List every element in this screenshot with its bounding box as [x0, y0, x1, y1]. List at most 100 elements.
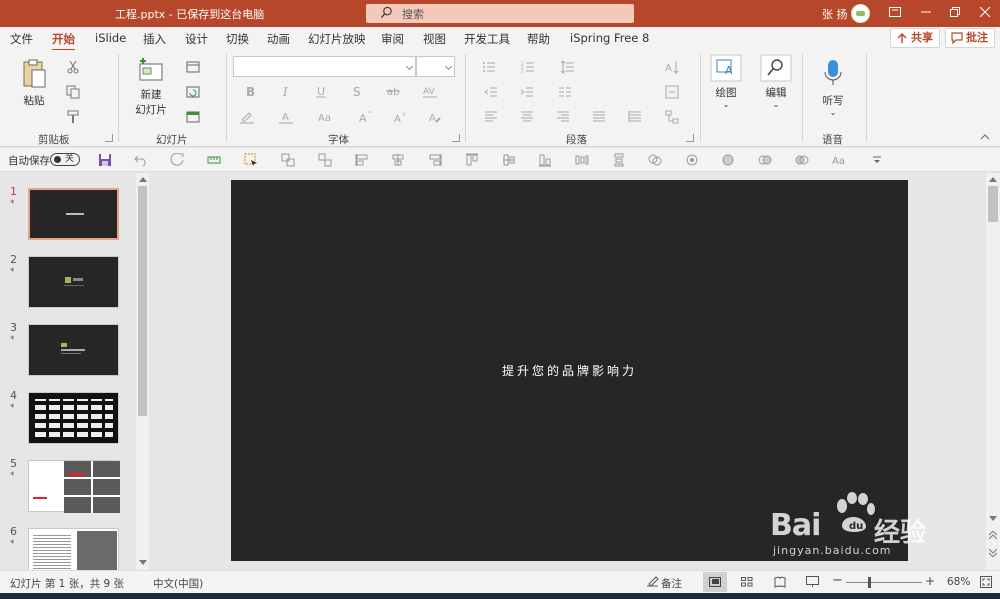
collapse-ribbon-icon[interactable] — [978, 130, 992, 144]
new-slide-button[interactable]: 新建 幻灯片 — [130, 58, 172, 117]
tab-slideshow[interactable]: 幻灯片放映 — [308, 31, 366, 47]
copy-icon[interactable] — [66, 85, 80, 99]
slide-thumbnail-3[interactable] — [28, 324, 119, 376]
shadow-icon[interactable]: S — [350, 84, 364, 98]
scrollbar-thumb[interactable] — [988, 186, 998, 222]
strikethrough-icon[interactable]: abc — [386, 84, 400, 98]
close-icon[interactable] — [974, 3, 996, 23]
tab-ispring[interactable]: iSpring Free 8 — [570, 31, 649, 45]
slide-thumbnail-6[interactable] — [28, 528, 119, 571]
normal-view-button[interactable] — [703, 572, 727, 592]
save-icon[interactable] — [98, 153, 112, 167]
reading-view-icon[interactable] — [774, 576, 786, 588]
align-center-objects-icon[interactable] — [391, 153, 405, 167]
align-text-icon[interactable] — [665, 85, 679, 99]
ruler-icon[interactable] — [207, 153, 221, 167]
font-color-icon[interactable]: A — [279, 110, 293, 124]
merge-intersect-icon[interactable] — [758, 153, 772, 167]
tab-insert[interactable]: 插入 — [143, 31, 166, 47]
language[interactable]: 中文(中国) — [153, 576, 203, 591]
distributed-icon[interactable] — [628, 110, 642, 124]
tab-file[interactable]: 文件 — [10, 31, 33, 47]
font-case-icon[interactable]: Aa — [832, 153, 846, 167]
decrease-indent-icon[interactable] — [484, 85, 498, 99]
layout-icon[interactable] — [186, 60, 200, 74]
comments-button[interactable]: 批注 — [945, 28, 995, 48]
tab-help[interactable]: 帮助 — [527, 31, 550, 47]
previous-slide-icon[interactable] — [989, 531, 997, 539]
tab-design[interactable]: 设计 — [185, 31, 208, 47]
shrink-font-icon[interactable]: Av — [393, 110, 407, 124]
ungroup-icon[interactable] — [318, 153, 332, 167]
slide-thumbnail-5[interactable] — [28, 460, 120, 513]
tab-home[interactable]: 开始 — [52, 31, 75, 51]
scroll-up-icon[interactable] — [139, 176, 147, 182]
merge-union-icon[interactable] — [648, 153, 662, 167]
bold-icon[interactable]: B — [243, 84, 257, 98]
line-spacing-icon[interactable] — [561, 60, 575, 74]
clipboard-launcher-icon[interactable] — [105, 134, 113, 142]
user-name[interactable]: 张 扬 — [822, 6, 848, 22]
align-bottom-objects-icon[interactable] — [538, 153, 552, 167]
select-pane-icon[interactable] — [244, 153, 258, 167]
paragraph-launcher-icon[interactable] — [686, 134, 694, 142]
zoom-slider[interactable] — [846, 582, 922, 583]
zoom-in-icon[interactable]: + — [925, 574, 935, 588]
align-left-objects-icon[interactable] — [355, 153, 369, 167]
highlight-icon[interactable] — [240, 110, 254, 124]
smartart-icon[interactable] — [665, 110, 679, 124]
font-size-combo[interactable] — [416, 56, 455, 77]
tab-animations[interactable]: 动画 — [267, 31, 290, 47]
format-painter-icon[interactable] — [66, 110, 80, 124]
thumbnail-scrollbar[interactable] — [136, 173, 149, 570]
notes-button[interactable]: 备注 — [661, 576, 682, 591]
align-top-objects-icon[interactable] — [465, 153, 479, 167]
align-center-icon[interactable] — [520, 110, 534, 124]
next-slide-icon[interactable] — [989, 549, 997, 557]
minimize-icon[interactable] — [915, 3, 937, 23]
slide-thumbnail-4[interactable] — [28, 392, 119, 444]
fit-to-window-icon[interactable] — [980, 576, 992, 588]
slide-thumbnail-2[interactable] — [28, 256, 119, 308]
align-right-objects-icon[interactable] — [428, 153, 442, 167]
restore-icon[interactable] — [944, 3, 966, 23]
change-case-icon[interactable]: Aa — [318, 110, 332, 124]
bullets-icon[interactable] — [482, 60, 496, 74]
notes-icon[interactable] — [646, 576, 659, 588]
clear-format-icon[interactable]: A — [428, 110, 442, 124]
undo-icon[interactable] — [134, 153, 148, 167]
cut-icon[interactable] — [66, 60, 80, 74]
tab-developer[interactable]: 开发工具 — [464, 31, 510, 47]
zoom-level[interactable]: 68% — [947, 576, 970, 588]
drawing-button[interactable]: A 绘图 ⌄ — [708, 54, 744, 109]
columns-icon[interactable] — [558, 85, 572, 99]
dictate-button[interactable]: 听写 ⌄ — [815, 58, 851, 117]
align-middle-objects-icon[interactable] — [502, 153, 516, 167]
merge-combine-icon[interactable] — [685, 153, 699, 167]
italic-icon[interactable]: I — [279, 84, 293, 98]
editing-button[interactable]: 编辑 ⌄ — [758, 54, 794, 109]
slide-thumbnail-1[interactable] — [28, 188, 119, 240]
distribute-vertical-icon[interactable] — [612, 153, 626, 167]
autosave-toggle[interactable]: 关 — [50, 153, 80, 166]
zoom-out-icon[interactable]: − — [832, 573, 843, 588]
reset-icon[interactable] — [186, 85, 200, 99]
merge-subtract-icon[interactable] — [795, 153, 809, 167]
search-box[interactable]: 搜索 — [366, 4, 634, 23]
group-icon[interactable] — [281, 153, 295, 167]
char-spacing-icon[interactable]: AV — [423, 84, 437, 98]
font-launcher-icon[interactable] — [452, 134, 460, 142]
slide-sorter-icon[interactable] — [741, 577, 753, 587]
tab-view[interactable]: 视图 — [423, 31, 446, 47]
distribute-horizontal-icon[interactable] — [575, 153, 589, 167]
merge-fragment-icon[interactable] — [722, 153, 736, 167]
tab-transitions[interactable]: 切换 — [226, 31, 249, 47]
numbering-icon[interactable]: 123 — [521, 60, 535, 74]
editor-scrollbar[interactable] — [986, 173, 1000, 570]
scroll-up-icon[interactable] — [989, 176, 997, 182]
paste-button[interactable]: 粘贴 — [16, 58, 52, 108]
share-button[interactable]: 共享 — [890, 28, 940, 48]
slide-title[interactable]: 提升您的品牌影响力 — [231, 362, 908, 379]
tab-review[interactable]: 审阅 — [381, 31, 404, 47]
zoom-slider-thumb[interactable] — [868, 577, 871, 588]
